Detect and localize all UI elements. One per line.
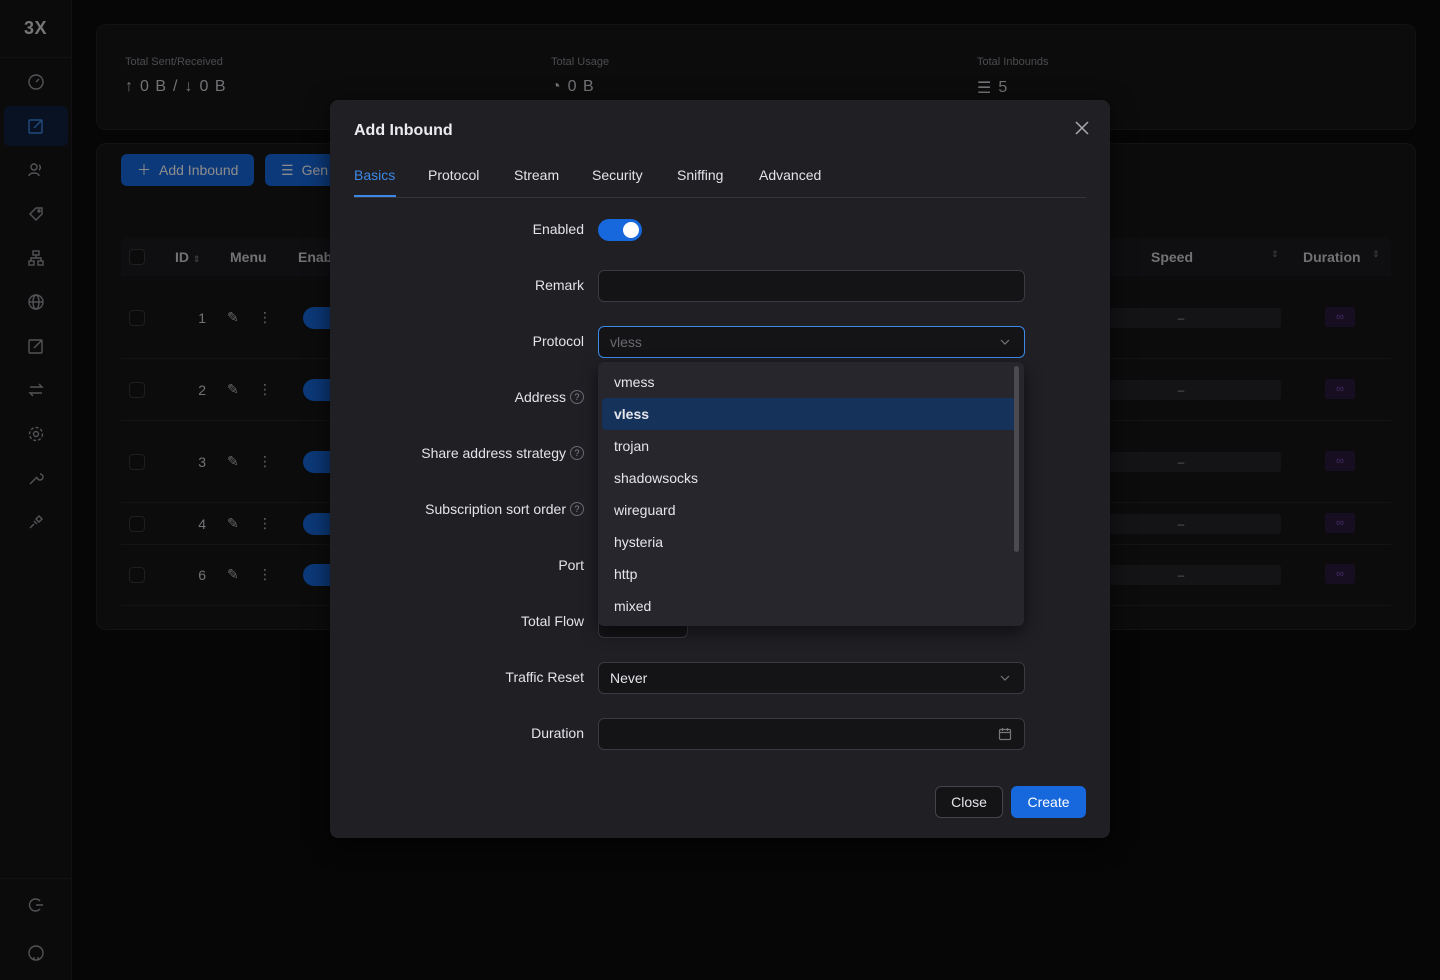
tab-security[interactable]: Security <box>592 167 643 183</box>
help-icon[interactable]: ? <box>570 390 584 404</box>
tab-active-indicator <box>354 195 396 197</box>
protocol-dropdown: vmess vless trojan shadowsocks wireguard… <box>598 362 1024 626</box>
protocol-select[interactable]: vless <box>598 326 1025 358</box>
calendar-icon[interactable] <box>998 727 1012 741</box>
close-button[interactable]: Close <box>935 786 1003 818</box>
duration-label: Duration <box>531 725 584 741</box>
protocol-placeholder: vless <box>610 334 642 350</box>
remark-input[interactable] <box>598 270 1025 302</box>
modal-tabs: Basics Protocol Stream Security Sniffing… <box>354 162 1086 198</box>
port-label: Port <box>558 557 584 573</box>
tab-advanced[interactable]: Advanced <box>759 167 821 183</box>
help-icon[interactable]: ? <box>570 502 584 516</box>
protocol-option-http[interactable]: http <box>602 558 1016 590</box>
switch-knob <box>623 222 639 238</box>
chevron-down-icon <box>1000 339 1010 345</box>
protocol-option-mixed[interactable]: mixed <box>602 590 1016 622</box>
protocol-option-vmess[interactable]: vmess <box>602 366 1016 398</box>
traffic-reset-label: Traffic Reset <box>505 669 584 685</box>
close-icon[interactable] <box>1072 118 1092 138</box>
protocol-option-trojan[interactable]: trojan <box>602 430 1016 462</box>
protocol-option-shadowsocks[interactable]: shadowsocks <box>602 462 1016 494</box>
traffic-reset-value: Never <box>610 670 648 686</box>
chevron-down-icon <box>1000 675 1010 681</box>
dropdown-scrollbar[interactable] <box>1014 366 1019 552</box>
protocol-option-wireguard[interactable]: wireguard <box>602 494 1016 526</box>
total-flow-label: Total Flow <box>520 613 584 629</box>
duration-picker[interactable] <box>598 718 1025 750</box>
tab-protocol[interactable]: Protocol <box>428 167 479 183</box>
tab-sniffing[interactable]: Sniffing <box>677 167 723 183</box>
enabled-label: Enabled <box>532 221 584 237</box>
remark-label: Remark <box>534 277 584 293</box>
protocol-option-hysteria[interactable]: hysteria <box>602 526 1016 558</box>
tab-stream[interactable]: Stream <box>514 167 559 183</box>
modal-title: Add Inbound <box>354 122 453 139</box>
share-strategy-label: Share address strategy? <box>421 445 584 461</box>
tab-basics[interactable]: Basics <box>354 167 395 183</box>
help-icon[interactable]: ? <box>570 446 584 460</box>
create-button[interactable]: Create <box>1011 786 1086 818</box>
protocol-label: Protocol <box>532 333 584 349</box>
sub-sort-label: Subscription sort order? <box>425 501 584 517</box>
app-root: 3X Total Sent/Received ↑ 0 B / ↓ 0 B Tot… <box>0 0 1440 980</box>
protocol-option-vless[interactable]: vless <box>602 398 1016 430</box>
traffic-reset-select[interactable]: Never <box>598 662 1025 694</box>
enabled-switch[interactable] <box>598 219 642 241</box>
address-label: Address? <box>515 389 584 405</box>
